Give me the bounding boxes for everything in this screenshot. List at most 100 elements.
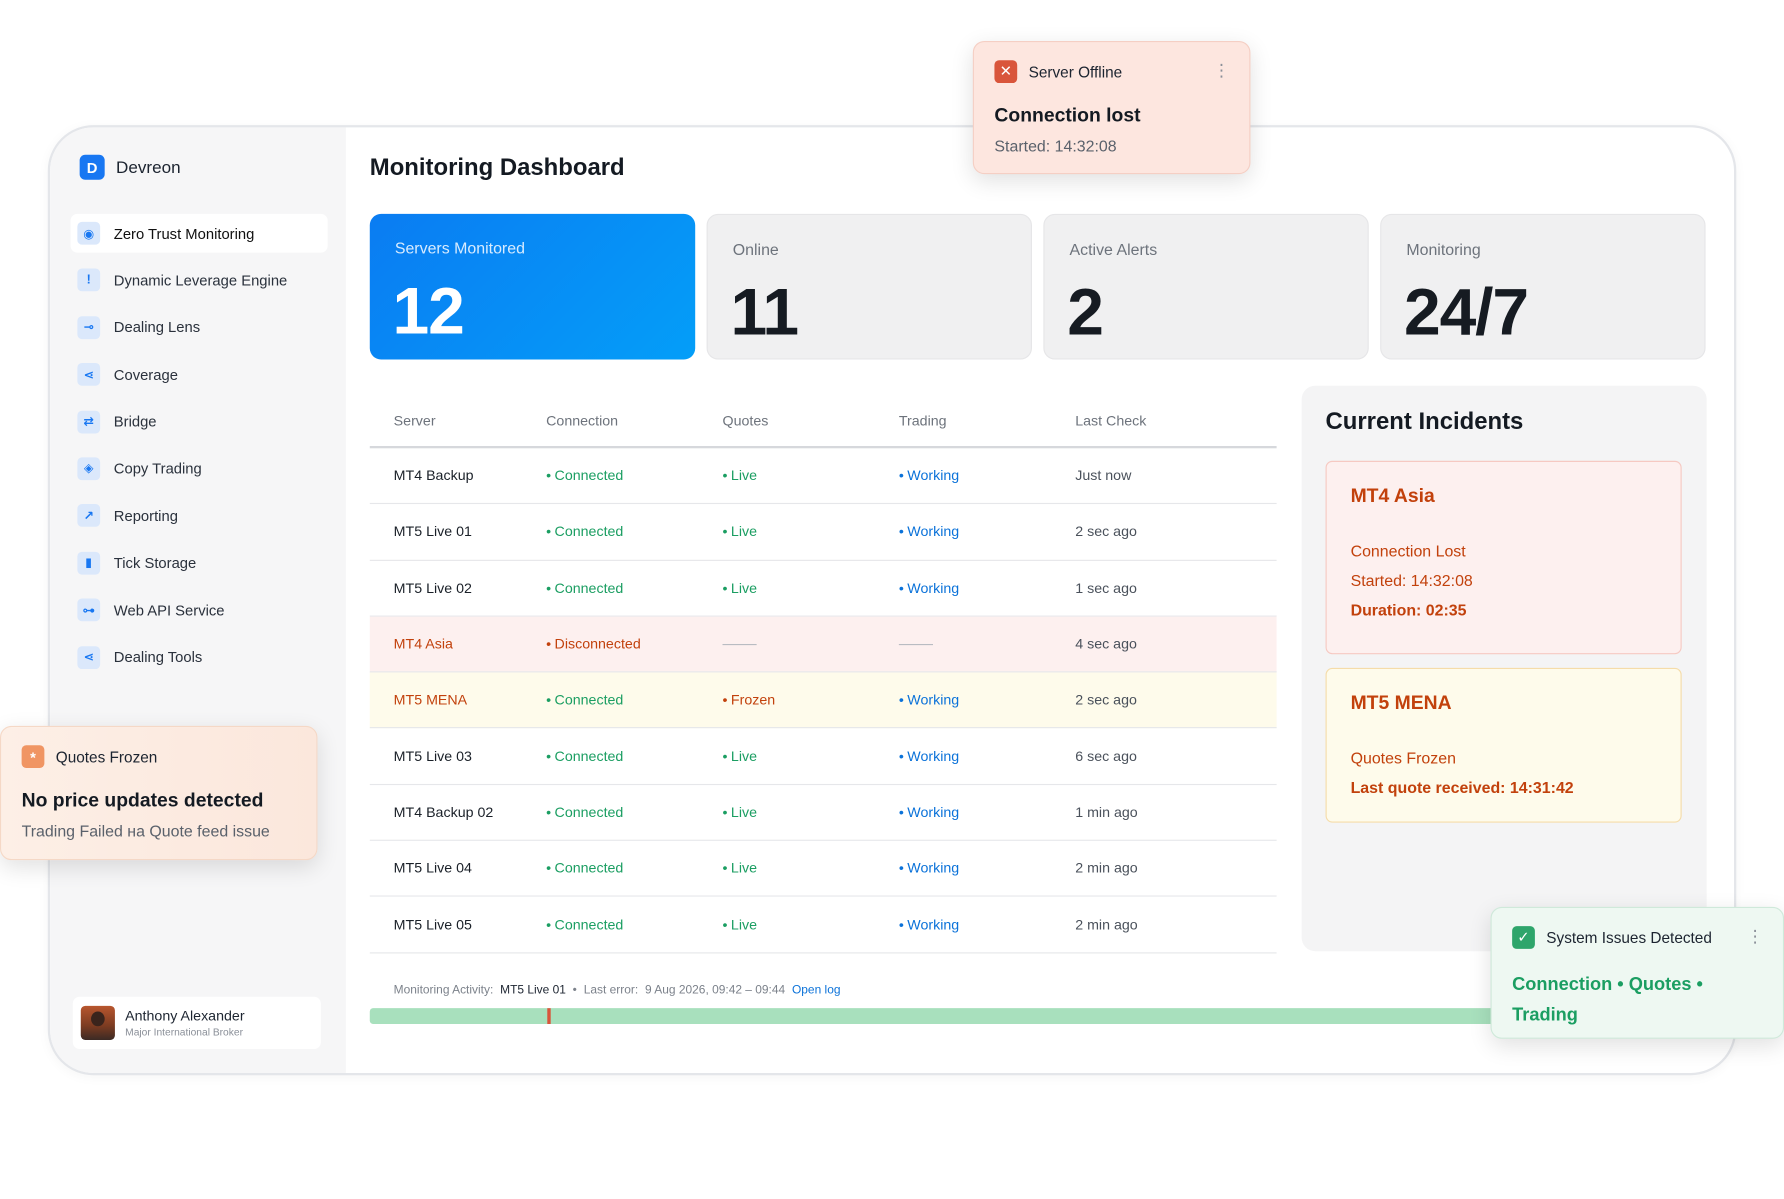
table-row[interactable]: MT5 MENA Connected Frozen Working 2 sec …: [369, 672, 1277, 729]
monitoring-activity: Monitoring Activity: MT5 Live 01 • Last …: [394, 983, 841, 997]
table-row[interactable]: MT4 Backup 02 Connected Live Working 1 m…: [369, 785, 1277, 841]
cell-connection: Disconnected: [546, 636, 722, 652]
cell-quotes: Live: [723, 917, 899, 933]
toast-heading: Quotes Frozen: [55, 748, 158, 766]
stat-value: 11: [730, 275, 799, 350]
cell-last-check: 2 sec ago: [1075, 692, 1137, 709]
sidebar-item-web-api-service[interactable]: ⊶ Web API Service: [71, 591, 328, 630]
table-row[interactable]: MT5 Live 04 Connected Live Working 2 min…: [369, 841, 1277, 898]
cell-quotes: Live: [723, 860, 899, 876]
cell-server: MT5 MENA: [393, 692, 468, 709]
cell-connection: Connected: [546, 804, 722, 820]
more-options-icon[interactable]: ⋮: [1213, 60, 1230, 80]
toast-header: * Quotes Frozen: [21, 745, 158, 769]
toast-header: ✓ System Issues Detected: [1512, 926, 1712, 949]
toast-server-offline[interactable]: ✕ Server Offline ⋮ Connection lost Start…: [972, 40, 1251, 175]
activity-label: Monitoring Activity:: [393, 983, 494, 997]
stat-value: 2: [1067, 275, 1104, 350]
bridge-icon: ⇄: [77, 410, 101, 434]
sidebar-item-dealing-tools[interactable]: ⋖ Dealing Tools: [71, 638, 328, 677]
stat-monitoring: Monitoring 24/7: [1380, 213, 1706, 360]
column-header-connection[interactable]: Connection: [546, 413, 722, 429]
sidebar-item-label: Dealing Lens: [113, 318, 201, 336]
cell-last-check: 2 min ago: [1075, 860, 1138, 877]
table-row[interactable]: MT5 Live 01 Connected Live Working 2 sec…: [369, 504, 1277, 561]
sidebar-item-coverage[interactable]: ⋖ Coverage: [71, 355, 328, 394]
share-icon: ⋖: [77, 363, 101, 386]
incident-card[interactable]: MT5 MENA Quotes Frozen Last quote receiv…: [1325, 667, 1682, 823]
table-row[interactable]: MT5 Live 05 Connected Live Working 2 min…: [369, 897, 1277, 954]
sidebar: D Devreon ◉ Zero Trust Monitoring ! Dyna…: [50, 127, 346, 1073]
activity-timeline[interactable]: [369, 1008, 1508, 1025]
sidebar-item-bridge[interactable]: ⇄ Bridge: [71, 402, 328, 441]
current-incidents-panel: Current Incidents MT4 Asia Connection Lo…: [1301, 385, 1707, 952]
toast-title: No price updates detected: [21, 789, 264, 812]
sidebar-item-label: Reporting: [113, 507, 178, 525]
incident-name: MT5 MENA: [1350, 691, 1452, 714]
brand[interactable]: D Devreon: [79, 154, 181, 180]
cell-quotes: Live: [723, 748, 899, 764]
table-row[interactable]: MT5 Live 03 Connected Live Working 6 sec…: [369, 729, 1277, 785]
sidebar-item-reporting[interactable]: ↗ Reporting: [71, 496, 328, 535]
cell-trading: Working: [899, 692, 1075, 708]
cell-quotes: [722, 636, 899, 652]
empty-dash: [722, 644, 757, 646]
table-row[interactable]: MT4 Backup Connected Live Working Just n…: [369, 448, 1277, 505]
sidebar-item-label: Zero Trust Monitoring: [113, 224, 255, 242]
cell-server: MT5 Live 04: [393, 860, 472, 877]
table-row[interactable]: MT4 Asia Disconnected 4 sec ago: [369, 616, 1277, 673]
activity-server: MT5 Live 01: [500, 983, 566, 997]
cell-trading: Working: [899, 468, 1075, 484]
sidebar-item-label: Bridge: [113, 413, 157, 431]
stat-value: 24/7: [1404, 275, 1529, 350]
sidebar-item-copy-trading[interactable]: ◈ Copy Trading: [71, 449, 328, 488]
user-card[interactable]: Anthony Alexander Major International Br…: [72, 996, 321, 1050]
sidebar-nav: ◉ Zero Trust Monitoring ! Dynamic Levera…: [70, 213, 328, 685]
devreon-logo-icon: D: [79, 154, 105, 180]
more-options-icon[interactable]: ⋮: [1747, 926, 1764, 946]
sidebar-item-zero-trust-monitoring[interactable]: ◉ Zero Trust Monitoring: [70, 213, 328, 253]
column-header-last-check[interactable]: Last Check: [1075, 413, 1276, 429]
sidebar-item-tick-storage[interactable]: ▮ Tick Storage: [71, 544, 328, 583]
sidebar-item-dynamic-leverage-engine[interactable]: ! Dynamic Leverage Engine: [71, 261, 328, 300]
stat-active-alerts: Active Alerts 2: [1043, 213, 1369, 360]
error-marker[interactable]: [547, 1008, 551, 1025]
incident-status: Connection Lost: [1350, 541, 1466, 560]
stat-label: Active Alerts: [1069, 240, 1158, 259]
cell-connection: Connected: [546, 917, 722, 933]
close-icon: ✕: [994, 60, 1018, 84]
toast-quotes-frozen[interactable]: * Quotes Frozen No price updates detecte…: [0, 725, 318, 861]
column-header-trading[interactable]: Trading: [899, 413, 1075, 429]
toast-subtitle: Trading Failed на Quote feed issue: [21, 821, 270, 840]
cell-connection: Connected: [546, 692, 722, 708]
cell-quotes: Live: [723, 468, 899, 484]
activity-separator: •: [572, 983, 577, 997]
cell-trading: Working: [899, 748, 1075, 764]
stat-servers-monitored: Servers Monitored 12: [369, 213, 696, 360]
cell-last-check: 4 sec ago: [1075, 636, 1137, 652]
incident-started: Started: 14:32:08: [1350, 571, 1473, 590]
open-log-link[interactable]: Open log: [792, 983, 840, 997]
stat-label: Monitoring: [1406, 240, 1481, 259]
tools-icon: ⋖: [77, 645, 101, 669]
cell-quotes: Live: [723, 524, 899, 540]
incident-duration: Duration: 02:35: [1350, 600, 1467, 619]
cell-server: MT5 Live 02: [393, 579, 472, 596]
cell-quotes: Frozen: [723, 692, 899, 708]
incident-card[interactable]: MT4 Asia Connection Lost Started: 14:32:…: [1325, 460, 1682, 655]
cell-trading: Working: [899, 860, 1075, 876]
app-window: D Devreon ◉ Zero Trust Monitoring ! Dyna…: [47, 125, 1737, 1076]
incident-status: Quotes Frozen: [1350, 748, 1456, 767]
column-header-server[interactable]: Server: [370, 413, 546, 429]
stat-label: Servers Monitored: [394, 238, 525, 258]
sidebar-item-dealing-lens[interactable]: ⊸ Dealing Lens: [71, 308, 328, 347]
table-row[interactable]: MT5 Live 02 Connected Live Working 1 sec…: [369, 560, 1277, 617]
column-header-quotes[interactable]: Quotes: [723, 413, 899, 429]
brand-name: Devreon: [116, 157, 181, 177]
sidebar-item-label: Copy Trading: [113, 460, 202, 478]
cell-connection: Connected: [546, 748, 722, 764]
incident-last-quote: Last quote received: 14:31:42: [1350, 778, 1574, 797]
user-role: Major International Broker: [125, 1026, 243, 1038]
cell-connection: Connected: [546, 468, 722, 484]
toast-system-issues[interactable]: ✓ System Issues Detected ⋮ Connection • …: [1490, 906, 1784, 1039]
